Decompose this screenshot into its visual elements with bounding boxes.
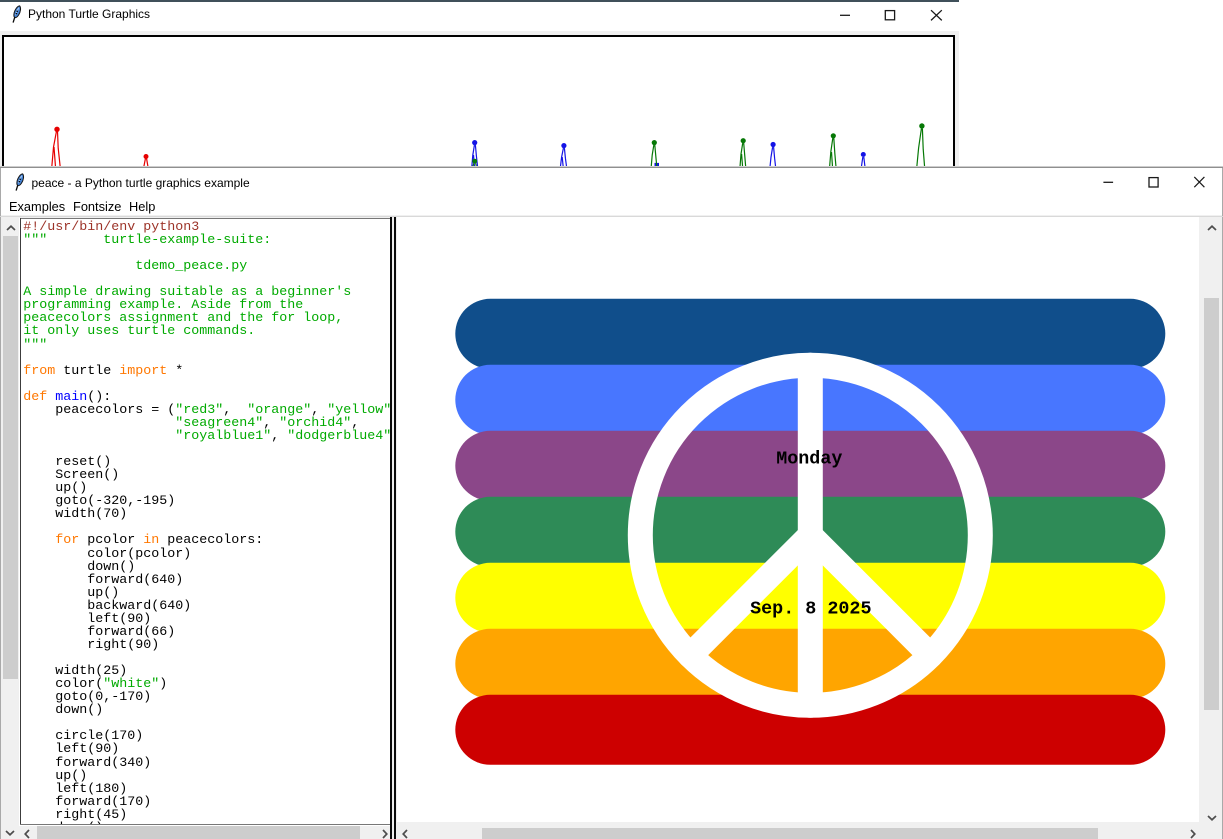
svg-text:Sep. 8 2025: Sep. 8 2025 — [750, 598, 871, 619]
svg-text:Monday: Monday — [776, 448, 842, 469]
